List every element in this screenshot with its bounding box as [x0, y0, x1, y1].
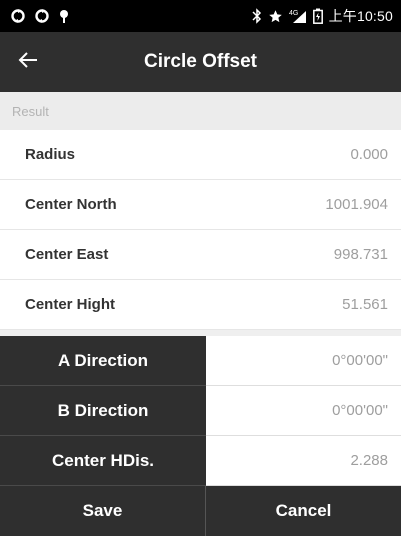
sync-icon — [34, 8, 50, 24]
sync-icon — [10, 8, 26, 24]
result-list: Radius 0.000 Center North 1001.904 Cente… — [0, 130, 401, 330]
result-row-center-east: Center East 998.731 — [0, 230, 401, 280]
result-section-header: Result — [0, 92, 401, 130]
b-direction-button[interactable]: B Direction — [0, 386, 206, 436]
status-bar: 4G 上午10:50 — [0, 0, 401, 32]
status-bar-left — [10, 8, 70, 24]
parameter-list: A Direction 0°00'00" B Direction 0°00'00… — [0, 336, 401, 486]
cancel-button[interactable]: Cancel — [206, 486, 401, 536]
result-row-center-hight: Center Hight 51.561 — [0, 280, 401, 330]
a-direction-field[interactable]: 0°00'00" — [206, 336, 401, 386]
param-row-center-hdis: Center HDis. 2.288 — [0, 436, 401, 486]
result-value: 998.731 — [333, 246, 388, 263]
app-bar: Circle Offset — [0, 32, 401, 92]
result-label: Center North — [25, 196, 117, 213]
star-icon — [268, 9, 283, 24]
b-direction-field[interactable]: 0°00'00" — [206, 386, 401, 436]
bottom-button-bar: Save Cancel — [0, 486, 401, 536]
4g-signal-icon: 4G — [289, 8, 307, 24]
center-hdis-button[interactable]: Center HDis. — [0, 436, 206, 486]
param-row-b-direction: B Direction 0°00'00" — [0, 386, 401, 436]
status-bar-right: 4G 上午10:50 — [252, 6, 393, 26]
location-pin-icon — [58, 8, 70, 24]
result-value: 51.561 — [342, 296, 388, 313]
a-direction-button[interactable]: A Direction — [0, 336, 206, 386]
status-time: 上午10:50 — [328, 8, 393, 24]
save-button[interactable]: Save — [0, 486, 206, 536]
bluetooth-icon — [252, 8, 262, 24]
center-hdis-field[interactable]: 2.288 — [206, 436, 401, 486]
page-title: Circle Offset — [144, 51, 257, 72]
result-value: 0.000 — [350, 146, 388, 163]
result-row-center-north: Center North 1001.904 — [0, 180, 401, 230]
battery-icon — [312, 8, 323, 24]
svg-text:4G: 4G — [289, 10, 298, 17]
result-label: Radius — [25, 146, 76, 163]
result-value: 1001.904 — [325, 196, 388, 213]
result-label: Center Hight — [25, 296, 115, 313]
result-label: Center East — [25, 246, 109, 263]
result-row-radius: Radius 0.000 — [0, 130, 401, 180]
param-row-a-direction: A Direction 0°00'00" — [0, 336, 401, 386]
